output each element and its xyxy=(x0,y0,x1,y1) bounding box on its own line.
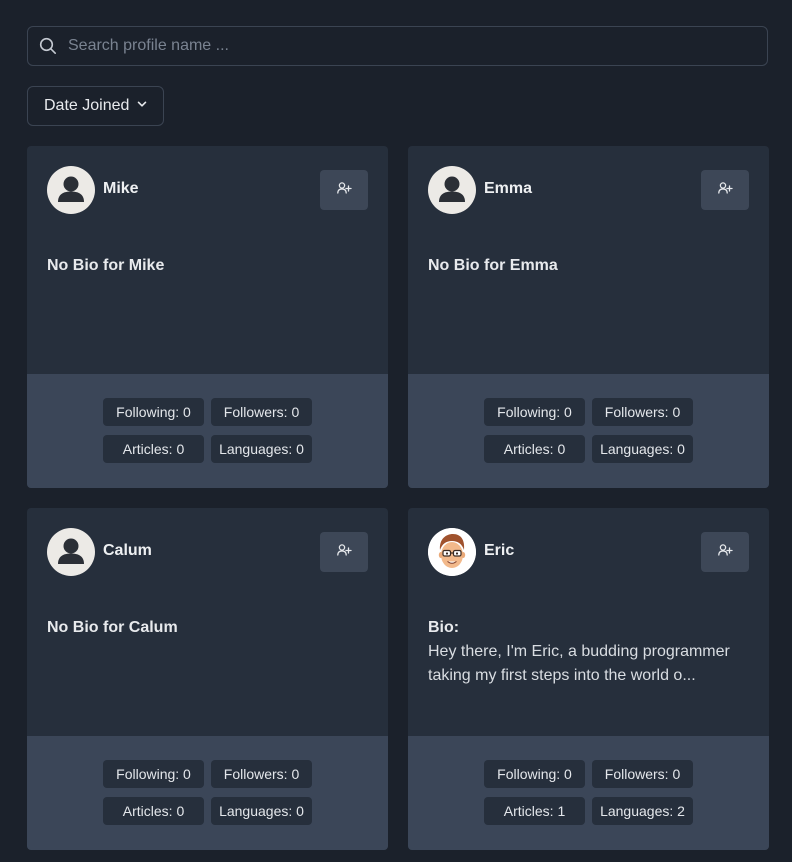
profile-name[interactable]: Emma xyxy=(484,180,532,198)
followers-count[interactable]: Followers: 0 xyxy=(211,760,312,788)
profile-stats-panel: Following: 0 Followers: 0 Articles: 0 La… xyxy=(27,736,388,850)
followers-count[interactable]: Followers: 0 xyxy=(592,398,693,426)
follow-button[interactable] xyxy=(320,170,368,210)
profile-name[interactable]: Mike xyxy=(103,180,139,198)
articles-count[interactable]: Articles: 0 xyxy=(103,435,204,463)
search-bar[interactable] xyxy=(27,26,768,66)
following-count[interactable]: Following: 0 xyxy=(484,398,585,426)
follow-button[interactable] xyxy=(701,532,749,572)
bio-title: Bio: xyxy=(428,619,460,636)
profile-card: Eric Bio: Hey there, I'm Eric, a budding… xyxy=(408,508,769,850)
profile-name[interactable]: Eric xyxy=(484,542,514,560)
profile-card: Emma No Bio for Emma Following: 0 Follow… xyxy=(408,146,769,488)
following-count[interactable]: Following: 0 xyxy=(103,398,204,426)
add-user-icon xyxy=(336,180,352,201)
profile-stats-panel: Following: 0 Followers: 0 Articles: 1 La… xyxy=(408,736,769,850)
cartoon-avatar[interactable] xyxy=(428,528,476,576)
languages-count[interactable]: Languages: 0 xyxy=(592,435,693,463)
bio-title: No Bio for Mike xyxy=(47,257,165,274)
search-input[interactable] xyxy=(68,28,767,64)
sort-dropdown[interactable]: Date Joined xyxy=(27,86,165,126)
languages-count[interactable]: Languages: 0 xyxy=(211,797,312,825)
profile-stats-panel: Following: 0 Followers: 0 Articles: 0 La… xyxy=(408,374,769,488)
articles-count[interactable]: Articles: 1 xyxy=(484,797,585,825)
following-count[interactable]: Following: 0 xyxy=(103,760,204,788)
articles-count[interactable]: Articles: 0 xyxy=(484,435,585,463)
profile-card: Calum No Bio for Calum Following: 0 Foll… xyxy=(27,508,388,850)
follow-button[interactable] xyxy=(701,170,749,210)
profile-name[interactable]: Calum xyxy=(103,542,152,560)
profile-bio: No Bio for Emma xyxy=(428,254,749,278)
profiles-page: Date Joined Mike xyxy=(0,0,792,862)
profile-bio: No Bio for Calum xyxy=(47,616,368,640)
profile-bio: No Bio for Mike xyxy=(47,254,368,278)
languages-count[interactable]: Languages: 0 xyxy=(211,435,312,463)
followers-count[interactable]: Followers: 0 xyxy=(592,760,693,788)
bio-title: No Bio for Calum xyxy=(47,619,178,636)
follow-button[interactable] xyxy=(320,532,368,572)
following-count[interactable]: Following: 0 xyxy=(484,760,585,788)
chevron-down-icon xyxy=(136,97,148,115)
bio-title: No Bio for Emma xyxy=(428,257,558,274)
profile-bio: Bio: Hey there, I'm Eric, a budding prog… xyxy=(428,616,749,688)
add-user-icon xyxy=(717,542,733,563)
bio-text: Hey there, I'm Eric, a budding programme… xyxy=(428,643,730,684)
default-avatar-icon[interactable] xyxy=(428,166,476,214)
add-user-icon xyxy=(336,542,352,563)
followers-count[interactable]: Followers: 0 xyxy=(211,398,312,426)
add-user-icon xyxy=(717,180,733,201)
languages-count[interactable]: Languages: 2 xyxy=(592,797,693,825)
profile-stats-panel: Following: 0 Followers: 0 Articles: 0 La… xyxy=(27,374,388,488)
profile-card: Mike No Bio for Mike Following: 0 Follow… xyxy=(27,146,388,488)
default-avatar-icon[interactable] xyxy=(47,166,95,214)
sort-label: Date Joined xyxy=(44,97,130,114)
search-icon xyxy=(28,27,68,65)
default-avatar-icon[interactable] xyxy=(47,528,95,576)
articles-count[interactable]: Articles: 0 xyxy=(103,797,204,825)
